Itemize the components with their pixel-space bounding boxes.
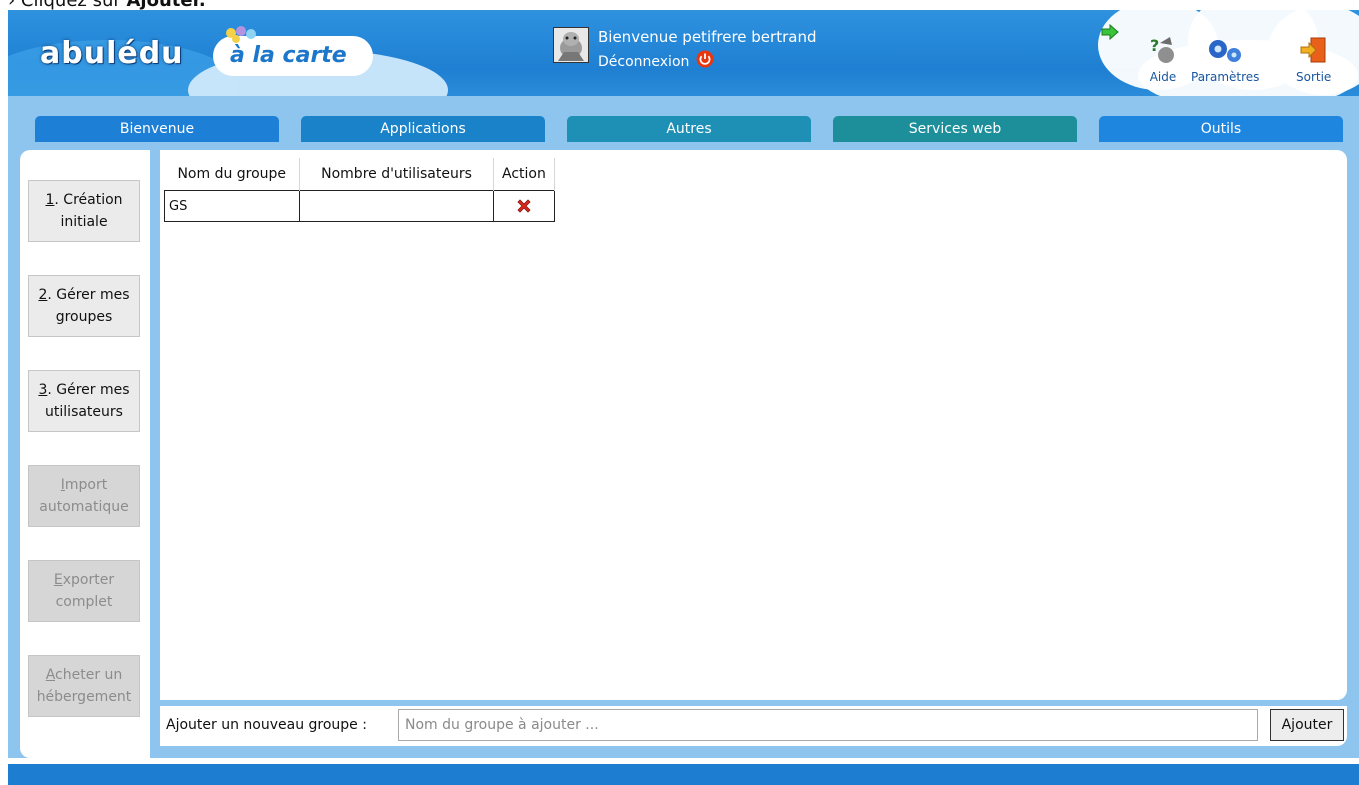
tab-outils[interactable]: Outils [1099, 116, 1343, 142]
table-row: GS [164, 190, 555, 222]
power-icon[interactable] [696, 50, 714, 74]
tagline: à la carte [230, 43, 347, 68]
main-tabs: Bienvenue Applications Autres Services w… [8, 116, 1359, 142]
group-count-cell [299, 190, 494, 222]
tab-services-web[interactable]: Services web [833, 116, 1077, 142]
abuledu-logo: abulédu [40, 36, 184, 71]
table-header-row: Nom du groupe Nombre d'utilisateurs Acti… [164, 158, 555, 191]
group-name-input[interactable] [398, 709, 1258, 741]
hippo-avatar-icon [558, 32, 584, 61]
delete-icon[interactable] [515, 197, 533, 215]
gears-icon [1209, 40, 1242, 62]
app-window: abulédu à la carte Bienvenue petifrere b… [8, 10, 1359, 758]
add-button[interactable]: Ajouter [1270, 709, 1344, 741]
sidebar-item-creation-initiale[interactable]: 1. Création initiale [28, 180, 140, 242]
help-label: Aide [1149, 70, 1177, 84]
column-header-name: Nom du groupe [164, 158, 300, 191]
help-tool[interactable]: ? Aide [1148, 35, 1178, 84]
settings-label: Paramètres [1191, 70, 1260, 84]
column-header-count: Nombre d'utilisateurs [299, 158, 494, 191]
sidebar-item-gerer-utilisateurs[interactable]: 3. Gérer mes utilisateurs [28, 370, 140, 432]
exit-label: Sortie [1296, 70, 1332, 84]
arrow-right-icon[interactable] [1101, 24, 1119, 40]
tab-autres[interactable]: Autres [567, 116, 811, 142]
column-header-action: Action [493, 158, 555, 191]
group-name-cell: GS [164, 190, 300, 222]
logout-label: Déconnexion [598, 54, 690, 70]
user-avatar [553, 27, 589, 63]
sidebar-item-gerer-groupes[interactable]: 2. Gérer mes groupes [28, 275, 140, 337]
tools-area: ? Aide Paramètres Sortie [1118, 15, 1359, 99]
exit-tool[interactable]: Sortie [1296, 35, 1331, 84]
sidebar-item-acheter-hebergement[interactable]: Acheter un hébergement [28, 655, 140, 717]
exit-icon [1300, 37, 1326, 63]
settings-tool[interactable]: Paramètres [1191, 35, 1259, 84]
welcome-text: Bienvenue petifrere bertrand [598, 28, 817, 46]
footer-bar [8, 764, 1359, 785]
groups-panel: Nom du groupe Nombre d'utilisateurs Acti… [160, 150, 1347, 700]
tab-applications[interactable]: Applications [301, 116, 545, 142]
tab-bienvenue[interactable]: Bienvenue [35, 116, 279, 142]
sidebar-item-import-automatique[interactable]: Import automatique [28, 465, 140, 527]
add-group-bar: Ajouter un nouveau groupe : Ajouter [160, 706, 1347, 746]
logout-link[interactable]: Déconnexion [598, 50, 714, 74]
groups-table: Nom du groupe Nombre d'utilisateurs Acti… [164, 158, 555, 222]
help-icon: ? [1150, 36, 1174, 63]
sidebar-item-exporter-complet[interactable]: Exporter complet [28, 560, 140, 622]
group-action-cell [493, 190, 555, 222]
add-group-label: Ajouter un nouveau groupe : [166, 717, 367, 733]
sidebar: 1. Création initiale 2. Gérer mes groupe… [20, 150, 150, 758]
svg-text:?: ? [1150, 36, 1159, 55]
